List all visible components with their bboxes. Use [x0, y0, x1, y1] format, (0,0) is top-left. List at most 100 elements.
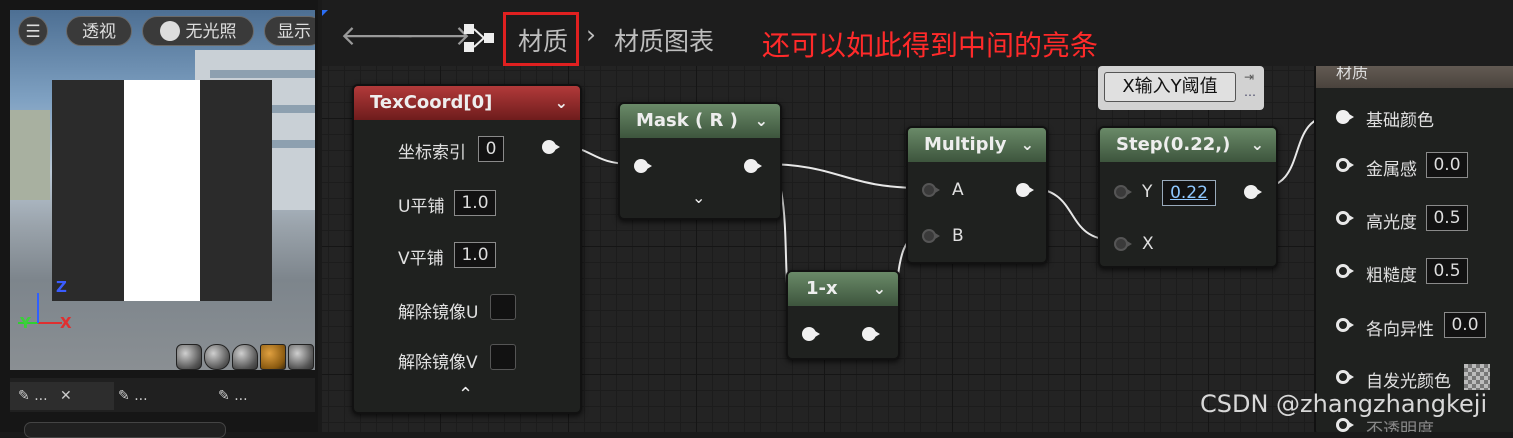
tab-label: ... — [234, 388, 248, 404]
mesh-icon[interactable] — [288, 344, 314, 370]
texcoord-node-header[interactable]: TexCoord[0] ⌄ — [354, 86, 580, 120]
metallic-field[interactable]: 0.0 — [1426, 152, 1468, 178]
pencil-icon: ✎ — [18, 388, 30, 404]
one-minus-node-header[interactable]: 1-x ⌄ — [788, 272, 898, 306]
comment-text[interactable]: X输入Y阈值 — [1104, 72, 1236, 102]
material-dark-strip-left — [52, 80, 124, 301]
chevron-down-icon[interactable]: ⌄ — [873, 272, 886, 306]
mask-node-header[interactable]: Mask ( R ) ⌄ — [620, 104, 780, 138]
coord-index-label: 坐标索引 — [398, 143, 466, 163]
arrow-right-icon[interactable]: 🡒 — [396, 18, 471, 52]
material-dark-strip-right — [200, 80, 272, 301]
tab-2[interactable]: ✎ ... — [118, 382, 198, 410]
material-result-node[interactable]: 材质 基础颜色 金属感 0.0 高光度 0.5 粗糙度 0.5 各向异性 0.0… — [1314, 56, 1513, 432]
roughness-label: 粗糙度 — [1366, 266, 1417, 286]
details-tabs: ✎ ... ✕ ✎ ... ✎ ... — [10, 378, 315, 412]
v-tiling-label: V平铺 — [398, 249, 444, 269]
node-title: Multiply — [924, 134, 1007, 155]
one-minus-output-pin[interactable] — [862, 327, 880, 341]
multiply-node[interactable]: Multiply ⌄ A B — [906, 126, 1048, 264]
chevron-down-icon[interactable]: ⌄ — [555, 86, 568, 120]
step-input-x-pin[interactable] — [1114, 237, 1132, 251]
collapse-chevron-icon[interactable]: ⌃ — [458, 384, 473, 405]
step-y-value-field[interactable]: 0.22 — [1162, 180, 1216, 206]
node-title: TexCoord[0] — [370, 92, 493, 113]
cube-icon[interactable] — [260, 344, 286, 370]
mask-output-pin[interactable] — [744, 159, 762, 173]
base-color-pin[interactable] — [1336, 110, 1354, 124]
step-pin-x-label: X — [1142, 234, 1154, 254]
node-title: Step(0.22,) — [1116, 134, 1231, 155]
step-node[interactable]: Step(0.22,) ⌄ Y 0.22 X — [1098, 126, 1278, 268]
node-title: 1-x — [806, 278, 838, 299]
search-field[interactable] — [24, 422, 226, 438]
close-icon[interactable]: ✕ — [60, 388, 72, 404]
multiply-input-a-pin[interactable] — [922, 183, 940, 197]
u-tiling-field[interactable]: 1.0 — [454, 190, 496, 216]
perspective-button[interactable]: 透视 — [66, 16, 132, 46]
chevron-down-icon[interactable]: ⌄ — [755, 104, 768, 138]
anisotropy-pin[interactable] — [1336, 318, 1354, 332]
pin-icon[interactable]: ⇥ — [1244, 70, 1254, 84]
unmirror-v-checkbox[interactable] — [490, 344, 516, 370]
sphere-icon[interactable] — [204, 344, 230, 370]
multiply-node-header[interactable]: Multiply ⌄ — [908, 128, 1046, 162]
step-input-y-pin[interactable] — [1114, 185, 1132, 199]
roughness-pin[interactable] — [1336, 264, 1354, 278]
unlit-label: 无光照 — [185, 22, 237, 42]
coord-index-field[interactable]: 0 — [478, 136, 504, 162]
axis-z-label: Z — [56, 278, 67, 296]
anisotropy-field[interactable]: 0.0 — [1444, 312, 1486, 338]
unmirror-u-checkbox[interactable] — [490, 294, 516, 320]
chevron-down-icon[interactable]: ⌄ — [1021, 128, 1034, 162]
breadcrumb-material-graph[interactable]: 材质图表 — [614, 22, 714, 58]
step-pin-y-label: Y — [1142, 182, 1153, 202]
anisotropy-label: 各向异性 — [1366, 320, 1434, 340]
emissive-label: 自发光颜色 — [1366, 372, 1451, 392]
roughness-field[interactable]: 0.5 — [1426, 258, 1468, 284]
metallic-pin[interactable] — [1336, 158, 1354, 172]
cylinder-icon[interactable] — [176, 344, 202, 370]
multiply-input-b-pin[interactable] — [922, 229, 940, 243]
show-button[interactable]: 显示 — [264, 16, 315, 46]
unmirror-v-label: 解除镜像V — [398, 353, 478, 373]
axis-y-label: Y — [20, 314, 31, 332]
multiply-pin-b-label: B — [952, 226, 964, 246]
annotation-text: 还可以如此得到中间的亮条 — [762, 29, 1099, 62]
preview-panel: ☰ 透视 无光照 显示 Z Y X ✎ ... ✕ ✎ ... ✎ ... — [0, 0, 318, 438]
specular-label: 高光度 — [1366, 213, 1417, 233]
one-minus-input-pin[interactable] — [802, 327, 820, 341]
more-icon[interactable]: ⋯ — [1244, 88, 1256, 102]
metallic-label: 金属感 — [1366, 160, 1417, 180]
unmirror-u-label: 解除镜像U — [398, 303, 479, 323]
emissive-pin[interactable] — [1336, 370, 1354, 384]
unlit-sphere-icon — [159, 21, 180, 41]
breadcrumb-material[interactable]: 材质 — [518, 22, 568, 58]
comment-bubble[interactable]: X输入Y阈值 ⇥ ⋯ — [1098, 66, 1264, 110]
base-color-label: 基础颜色 — [1366, 111, 1434, 131]
mask-input-pin[interactable] — [634, 159, 652, 173]
unlit-button[interactable]: 无光照 — [142, 16, 254, 46]
multiply-output-pin[interactable] — [1016, 183, 1034, 197]
emissive-color-swatch[interactable] — [1464, 364, 1490, 390]
specular-field[interactable]: 0.5 — [1426, 205, 1468, 231]
graph-icon — [464, 24, 494, 52]
v-tiling-field[interactable]: 1.0 — [454, 242, 496, 268]
tab-label: ... — [134, 388, 148, 404]
step-output-pin[interactable] — [1244, 185, 1262, 199]
texcoord-output-pin[interactable] — [542, 140, 560, 154]
texcoord-node[interactable]: TexCoord[0] ⌄ 坐标索引 0 U平铺 1.0 V平铺 1.0 解除镜… — [352, 84, 582, 414]
material-preview-viewport[interactable]: ☰ 透视 无光照 显示 Z Y X — [10, 10, 315, 370]
mask-node[interactable]: Mask ( R ) ⌄ ⌄ — [618, 102, 782, 220]
expand-chevron-icon[interactable]: ⌄ — [692, 188, 705, 207]
tab-3[interactable]: ✎ ... — [218, 382, 298, 410]
opacity-pin[interactable] — [1336, 418, 1354, 432]
specular-pin[interactable] — [1336, 211, 1354, 225]
hamburger-icon: ☰ — [25, 22, 41, 42]
step-node-header[interactable]: Step(0.22,) ⌄ — [1100, 128, 1276, 162]
one-minus-node[interactable]: 1-x ⌄ — [786, 270, 900, 360]
chevron-down-icon[interactable]: ⌄ — [1251, 128, 1264, 162]
viewport-menu-button[interactable]: ☰ — [18, 16, 48, 46]
plane-icon[interactable] — [232, 344, 258, 370]
tab-1[interactable]: ✎ ... ✕ — [10, 382, 114, 410]
